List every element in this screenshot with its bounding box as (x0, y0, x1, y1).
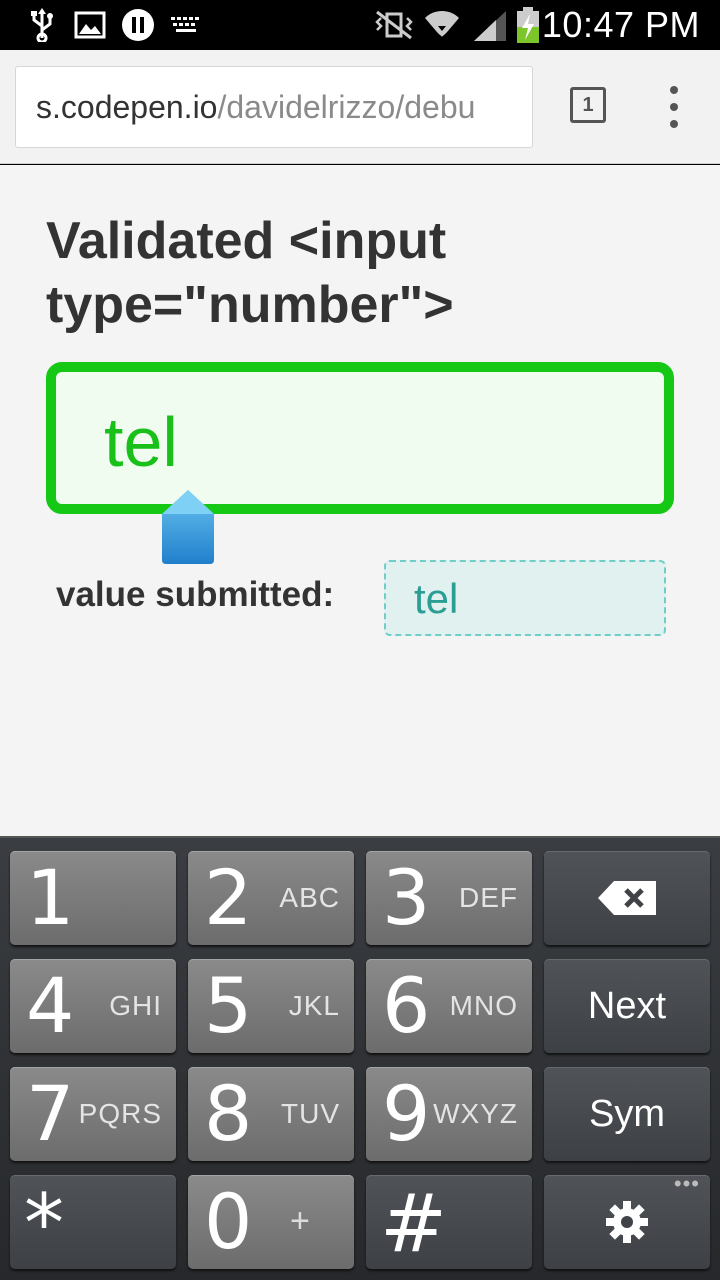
text-cursor-handle-icon[interactable] (162, 490, 214, 564)
settings-key[interactable]: ••• (544, 1173, 710, 1269)
mute-vibrate-icon (372, 8, 416, 42)
number-input-value: tel (104, 403, 178, 481)
submitted-value-box: tel (384, 560, 666, 636)
key-5[interactable]: 5 JKL (188, 959, 354, 1053)
key-9[interactable]: 9 WXYZ (366, 1067, 532, 1161)
key-2[interactable]: 2 ABC (188, 851, 354, 945)
next-key[interactable]: Next (544, 959, 710, 1053)
page-heading: Validated <input type="number"> (46, 212, 454, 334)
image-icon (74, 8, 106, 42)
wifi-icon (422, 8, 462, 42)
sym-key[interactable]: Sym (544, 1067, 710, 1161)
key-3[interactable]: 3 DEF (366, 851, 532, 945)
numeric-keyboard: 1 2 ABC 3 DEF 4 GHI 5 JKL 6 MNO Next 7 P… (0, 836, 720, 1280)
keyboard-icon (170, 8, 202, 42)
gear-icon (544, 1175, 710, 1269)
key-7[interactable]: 7 PQRS (10, 1067, 176, 1161)
key-0[interactable]: 0 + (188, 1175, 354, 1269)
url-host: s.codepen.io (36, 89, 218, 125)
backspace-key[interactable] (544, 851, 710, 945)
key-4[interactable]: 4 GHI (10, 959, 176, 1053)
battery-charging-icon (514, 7, 542, 43)
media-pause-icon (120, 8, 156, 42)
overflow-menu-icon[interactable] (662, 86, 686, 128)
submitted-value: tel (414, 575, 459, 622)
tab-switcher-button[interactable]: 1 (570, 87, 606, 123)
browser-toolbar: s.codepen.io/davidelrizzo/debu 1 (0, 50, 720, 164)
status-time: 10:47 PM (541, 4, 700, 45)
page-content: Validated <input type="number"> tel valu… (0, 165, 720, 836)
key-8[interactable]: 8 TUV (188, 1067, 354, 1161)
cell-signal-icon (470, 8, 510, 42)
key-1[interactable]: 1 (10, 851, 176, 945)
key-hash[interactable]: # (366, 1175, 532, 1269)
number-input[interactable]: tel (46, 362, 674, 514)
url-bar[interactable]: s.codepen.io/davidelrizzo/debu (15, 66, 533, 148)
usb-icon (28, 8, 56, 42)
backspace-icon (544, 851, 710, 945)
url-path: /davidelrizzo/debu (217, 89, 476, 125)
key-asterisk[interactable]: * (10, 1175, 176, 1269)
status-bar: 10:47 PM (0, 0, 720, 50)
key-6[interactable]: 6 MNO (366, 959, 532, 1053)
submitted-label: value submitted: (56, 575, 335, 614)
